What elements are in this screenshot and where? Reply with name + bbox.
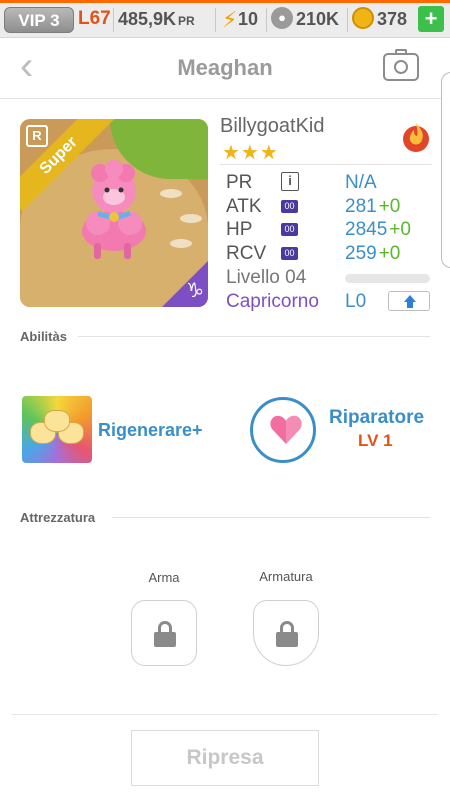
lightning-icon: ⚡ (222, 7, 238, 32)
arrow-up-icon (404, 295, 416, 302)
stat-atk-label: ATK (226, 196, 262, 217)
stat-rcv-bonus: +0 (378, 243, 401, 264)
stat-pr-value: N/A (345, 172, 377, 193)
resume-button[interactable]: Ripresa (131, 730, 319, 786)
divider (347, 8, 348, 32)
status-bar: VIP 3 L67 485,9K PR ⚡ 10 ● 210K 378 + (0, 0, 450, 38)
stat-hp: 2845 +0 (345, 219, 411, 241)
equipment-divider (112, 517, 430, 518)
status-accent-line (0, 0, 450, 3)
abilities-divider (78, 336, 430, 337)
divider (215, 8, 216, 32)
footer-divider (12, 714, 438, 715)
lock-icon (276, 621, 298, 647)
stone (160, 189, 182, 198)
equipment-title: Attrezzatura (20, 510, 96, 525)
stat-badge: 00 (281, 223, 298, 236)
ability-1-name[interactable]: Rigenerare+ (98, 420, 203, 441)
weapon-slot[interactable] (131, 600, 197, 666)
gold-count: 378 (377, 9, 408, 29)
power-rating-unit: PR (178, 14, 195, 28)
camera-icon[interactable] (383, 49, 419, 81)
divider (266, 8, 267, 32)
back-chevron-icon[interactable]: ‹ (20, 46, 52, 86)
power-rating: 485,9K PR (118, 9, 195, 30)
vip-badge[interactable]: VIP 3 (4, 7, 74, 33)
header-divider (0, 98, 450, 99)
stat-hp-value: 2845 (345, 219, 388, 240)
upgrade-button[interactable] (388, 291, 430, 311)
rarity-stars: ★★★ (222, 142, 279, 164)
player-level: L67 (78, 8, 111, 29)
stone (180, 214, 202, 223)
stat-rcv-label: RCV (226, 243, 267, 264)
info-icon[interactable]: i (281, 172, 299, 191)
energy-count: 10 (238, 9, 259, 29)
paw-icon: ● (271, 7, 293, 29)
repairer-ability-icon[interactable] (250, 397, 316, 463)
capricorn-icon: ♑ (186, 280, 204, 302)
stat-pr-label: PR (226, 172, 253, 193)
add-currency-button[interactable]: + (418, 6, 444, 32)
regenerate-ability-icon[interactable] (22, 396, 92, 463)
ability-2-name[interactable]: Riparatore (329, 407, 424, 429)
level-label: Livello 04 (226, 267, 307, 288)
alpaca-illustration (82, 160, 146, 259)
stat-rcv: 259 +0 (345, 243, 400, 265)
page-title: Meaghan (177, 55, 273, 80)
owner-name: BillygoatKid (220, 115, 325, 137)
zodiac-level: L0 (345, 291, 367, 312)
stat-rcv-value: 259 (345, 243, 377, 264)
heart-icon (270, 415, 302, 444)
stone (170, 239, 192, 248)
rank-tag: R (26, 125, 48, 147)
stat-atk: 281 +0 (345, 196, 400, 218)
stat-badge: 00 (281, 247, 298, 260)
stat-atk-bonus: +0 (378, 196, 401, 217)
gold-coin-icon (352, 7, 374, 29)
stat-hp-bonus: +0 (389, 219, 411, 240)
abilities-title: Abilitàs (20, 329, 67, 344)
fire-element-icon (403, 123, 429, 152)
level-progress-bar (345, 274, 430, 283)
owner-divider (220, 164, 432, 165)
armor-slot[interactable] (253, 600, 319, 666)
side-panel-edge[interactable] (441, 72, 450, 268)
zodiac-name: Capricorno (226, 291, 319, 312)
divider (113, 8, 114, 32)
power-rating-value: 485,9K (118, 9, 177, 29)
weapon-label: Arma (148, 570, 180, 585)
stat-badge: 00 (281, 200, 298, 213)
armor-label: Armatura (259, 569, 313, 584)
ability-2-level: LV 1 (358, 431, 393, 450)
stat-atk-value: 281 (345, 196, 377, 217)
lock-icon (154, 621, 176, 647)
paw-currency-count: 210K (296, 9, 340, 29)
cat-face (44, 410, 70, 432)
pet-portrait[interactable]: Super R ♑ (20, 119, 208, 307)
stat-hp-label: HP (226, 219, 253, 240)
